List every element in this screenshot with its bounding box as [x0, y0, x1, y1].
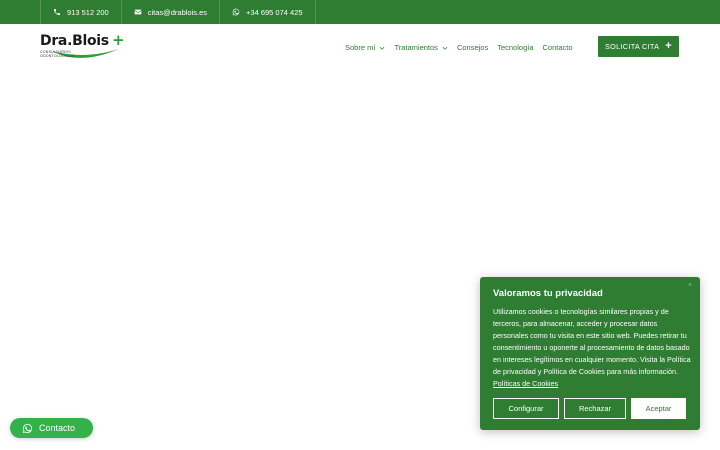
nav-item-tratamientos[interactable]: Tratamientos [394, 43, 448, 52]
whatsapp-icon [232, 8, 240, 16]
cookie-title: Valoramos tu privacidad [493, 288, 603, 299]
plus-icon: + [665, 40, 673, 52]
cookie-consent-panel: × Valoramos tu privacidad Utilizamos coo… [480, 277, 700, 430]
nav-item-tecnologia[interactable]: Tecnología [497, 43, 533, 52]
topbar-whatsapp[interactable]: +34 695 074 425 [220, 0, 316, 24]
accept-button[interactable]: Aceptar [631, 398, 686, 419]
floating-contact-button[interactable]: Contacto [10, 418, 93, 438]
nav-item-consejos[interactable]: Consejos [457, 43, 488, 52]
chevron-down-icon [380, 46, 385, 50]
phone-number: 913 512 200 [67, 7, 109, 17]
cookie-description: Utilizamos cookies o tecnologías similar… [493, 306, 691, 390]
cta-label: SOLICITA CITA [604, 42, 660, 51]
cookie-body-text: Utilizamos cookies o tecnologías similar… [493, 307, 691, 376]
top-contact-bar: 913 512 200 citas@drablois.es +34 695 07… [0, 0, 720, 24]
chevron-down-icon [442, 46, 448, 50]
topbar-email[interactable]: citas@drablois.es [122, 0, 221, 24]
nav-item-sobre-mi[interactable]: Sobre mí [345, 43, 385, 52]
floating-contact-label: Contacto [39, 423, 76, 433]
cookie-button-row: Configurar Rechazar Aceptar [493, 398, 686, 419]
logo-subtitle: CONSULTORIOS ODONTOLÓGICOS [40, 50, 75, 59]
cookie-policy-link[interactable]: Políticas de Cookies [493, 379, 558, 388]
reject-button[interactable]: Rechazar [564, 398, 626, 419]
whatsapp-icon [22, 423, 33, 433]
configure-button[interactable]: Configurar [493, 398, 559, 419]
solicita-cita-button[interactable]: SOLICITA CITA + [598, 36, 679, 57]
email-icon [134, 9, 142, 15]
topbar-phone[interactable]: 913 512 200 [40, 0, 122, 24]
phone-icon [54, 9, 60, 15]
email-address: citas@drablois.es [147, 7, 208, 17]
site-logo[interactable]: Dra.Blois + CONSULTORIOS ODONTOLÓGICOS [40, 31, 126, 63]
whatsapp-number: +34 695 074 425 [246, 7, 303, 17]
nav-item-contacto[interactable]: Contacto [543, 43, 573, 52]
site-header: Dra.Blois + CONSULTORIOS ODONTOLÓGICOS S… [0, 24, 720, 70]
close-icon[interactable]: × [688, 282, 692, 289]
main-nav: Sobre mí Tratamientos Consejos Tecnologí… [345, 43, 573, 52]
